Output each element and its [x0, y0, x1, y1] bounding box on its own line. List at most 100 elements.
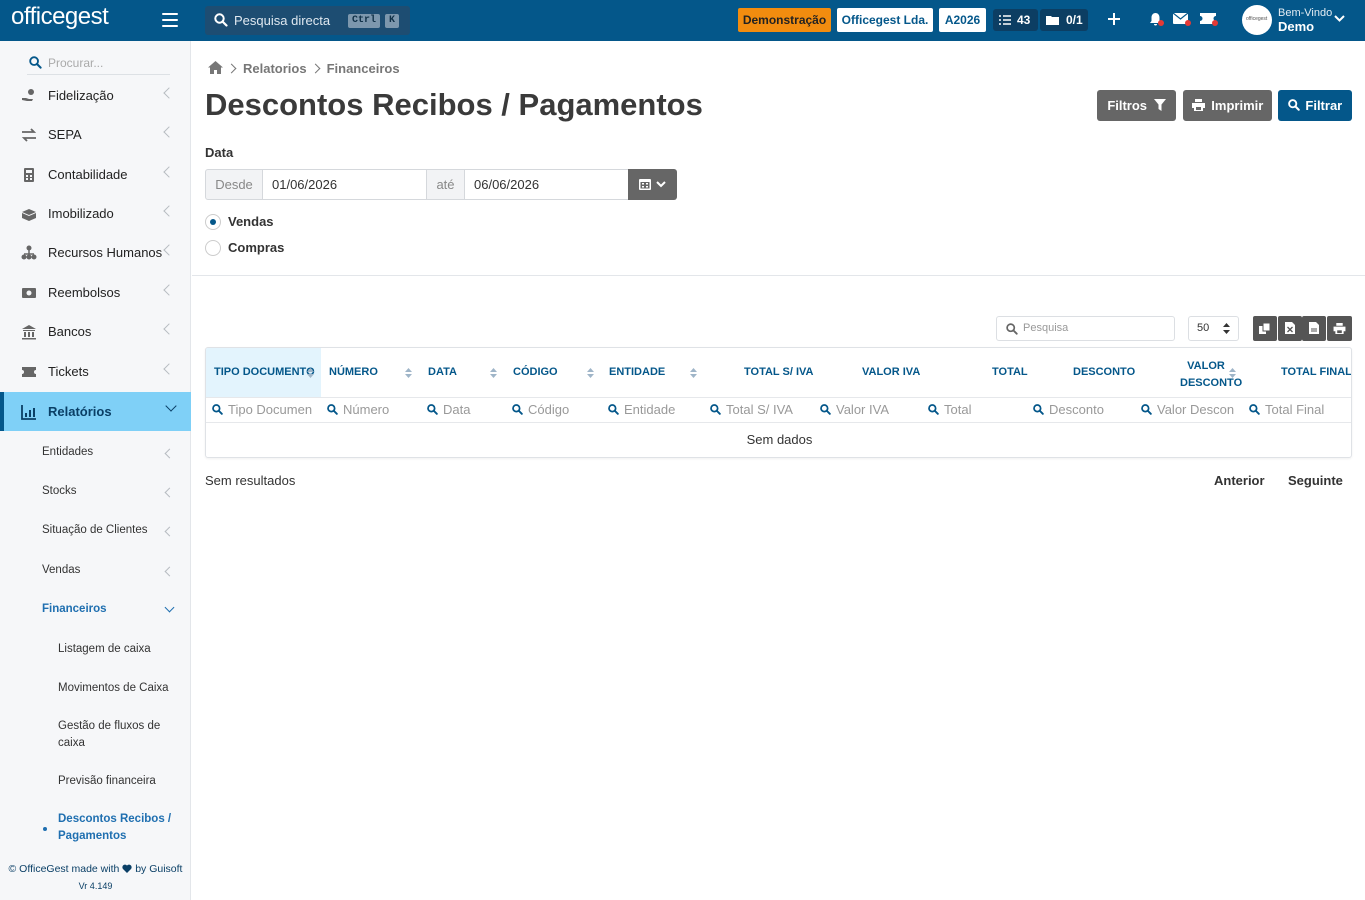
- sidebar-item-contabilidade[interactable]: Contabilidade: [0, 155, 191, 194]
- column-header-total-final[interactable]: TOTAL FINAL: [1240, 348, 1351, 397]
- filter-placeholder: Desconto: [1049, 402, 1104, 417]
- sidebar-item-sepa[interactable]: SEPA: [0, 115, 191, 154]
- demo-badge[interactable]: Demonstração: [738, 8, 831, 32]
- page-size-value: 50: [1197, 322, 1210, 334]
- envelope-notify-dot: [1185, 20, 1191, 26]
- chevron-left-icon: [164, 487, 175, 498]
- filter-total-s-iva[interactable]: Total S/ IVA: [704, 398, 814, 422]
- sidebar-link-descontos[interactable]: Descontos Recibos / Pagamentos: [58, 811, 183, 845]
- folders-counter[interactable]: 0/1: [1040, 9, 1088, 31]
- calendar-icon: [639, 179, 651, 190]
- filter-total[interactable]: Total: [922, 398, 1027, 422]
- sidebar-item-relatorios[interactable]: Relatórios: [0, 392, 191, 431]
- sidebar-item-label: Recursos Humanos: [48, 245, 163, 260]
- export-csv-button[interactable]: [1302, 316, 1326, 341]
- breadcrumb-relatorios[interactable]: Relatorios: [243, 61, 307, 76]
- filter-button-label: Filtrar: [1305, 98, 1343, 113]
- home-icon[interactable]: [208, 61, 223, 74]
- sidebar-item-label: SEPA: [48, 127, 82, 142]
- table-print-button[interactable]: [1327, 316, 1352, 341]
- global-search-button[interactable]: Pesquisa directa Ctrl K: [205, 6, 410, 35]
- column-header-entidade[interactable]: ENTIDADE: [602, 348, 704, 397]
- filter-placeholder: Entidade: [624, 402, 676, 417]
- task-list-icon: [999, 15, 1011, 25]
- ticket-icon: [22, 367, 36, 377]
- sidebar-item-tickets[interactable]: Tickets: [0, 352, 191, 391]
- column-header-tipo-documento[interactable]: TIPO DOCUMENTO: [206, 348, 321, 397]
- search-icon: [608, 404, 619, 415]
- filter-numero[interactable]: Número: [321, 398, 421, 422]
- filter-button[interactable]: Filtrar: [1278, 90, 1352, 121]
- sidebar-subitem-stocks[interactable]: Stocks: [0, 485, 191, 501]
- print-button[interactable]: Imprimir: [1183, 90, 1272, 121]
- filter-valor-desconto[interactable]: Valor Descon: [1135, 398, 1242, 422]
- plus-icon[interactable]: [1107, 12, 1121, 26]
- sidebar-subitem-situacao-clientes[interactable]: Situação de Clientes: [0, 524, 191, 540]
- table-search-input[interactable]: Pesquisa: [996, 316, 1175, 341]
- column-header-desconto[interactable]: DESCONTO: [1027, 348, 1135, 397]
- footer-suffix: by Guisoft: [135, 863, 183, 875]
- breadcrumb-financeiros[interactable]: Financeiros: [327, 61, 400, 76]
- sidebar-item-label: Tickets: [48, 364, 89, 379]
- date-from-input[interactable]: 01/06/2026: [262, 169, 427, 200]
- main-content: Relatorios Financeiros Descontos Recibos …: [192, 41, 1365, 900]
- page-size-select[interactable]: 50: [1188, 316, 1239, 341]
- filter-desconto[interactable]: Desconto: [1027, 398, 1133, 422]
- avatar[interactable]: officegest: [1242, 5, 1272, 35]
- sidebar-search-input[interactable]: Procurar...: [27, 51, 170, 75]
- filter-entidade[interactable]: Entidade: [602, 398, 704, 422]
- radio-vendas-label[interactable]: Vendas: [228, 214, 274, 229]
- hamburger-menu-icon[interactable]: [162, 13, 178, 27]
- year-badge[interactable]: A2026: [939, 8, 986, 32]
- copy-button[interactable]: [1253, 316, 1277, 341]
- filter-codigo[interactable]: Código: [506, 398, 602, 422]
- column-header-label: ENTIDADE: [609, 366, 666, 378]
- sidebar-item-reembolsos[interactable]: Reembolsos: [0, 273, 191, 312]
- column-header-valor-desconto[interactable]: VALOR DESCONTO: [1133, 348, 1242, 397]
- date-to-input[interactable]: 06/06/2026: [464, 169, 629, 200]
- hand-coin-icon: [22, 89, 34, 101]
- filter-tipo-documento[interactable]: Tipo Documen: [206, 398, 321, 422]
- company-badge[interactable]: Officegest Lda.: [837, 8, 933, 32]
- sidebar-link-gestao-fluxos[interactable]: Gestão de fluxos de caixa: [58, 718, 183, 752]
- user-name[interactable]: Demo: [1278, 19, 1314, 34]
- pagination-next[interactable]: Seguinte: [1288, 473, 1343, 488]
- chevron-down-icon: [164, 602, 175, 613]
- no-data-message: Sem dados: [746, 432, 813, 447]
- radio-compras[interactable]: [205, 240, 221, 256]
- search-icon: [1033, 404, 1044, 415]
- export-excel-button[interactable]: [1278, 316, 1302, 341]
- sidebar-link-listagem-caixa[interactable]: Listagem de caixa: [58, 641, 183, 658]
- filters-button[interactable]: Filtros: [1097, 90, 1176, 121]
- column-header-total[interactable]: TOTAL: [922, 348, 1028, 397]
- app-logo[interactable]: officegest: [11, 3, 109, 31]
- radio-vendas[interactable]: [205, 214, 221, 230]
- radio-compras-label[interactable]: Compras: [228, 240, 284, 255]
- column-header-valor-iva[interactable]: VALOR IVA: [814, 348, 922, 397]
- results-info: Sem resultados: [205, 473, 296, 488]
- filter-data[interactable]: Data: [421, 398, 506, 422]
- tasks-counter[interactable]: 43: [993, 9, 1038, 31]
- column-header-total-s-iva[interactable]: TOTAL S/ IVA: [704, 348, 814, 397]
- filter-placeholder: Número: [343, 402, 390, 417]
- sidebar-item-recursos-humanos[interactable]: Recursos Humanos: [0, 233, 191, 272]
- sidebar-subitem-financeiros[interactable]: Financeiros: [0, 602, 191, 619]
- sidebar-subitem-vendas[interactable]: Vendas: [0, 564, 191, 580]
- filter-total-final[interactable]: Total Final: [1243, 398, 1351, 422]
- sidebar-link-movimentos-caixa[interactable]: Movimentos de Caixa: [58, 680, 183, 697]
- sort-arrows-icon: [1223, 323, 1230, 334]
- sidebar-item-imobilizado[interactable]: Imobilizado: [0, 194, 191, 233]
- sidebar-item-fidelizacao[interactable]: Fidelização: [0, 76, 191, 115]
- filter-valor-iva[interactable]: Valor IVA: [814, 398, 922, 422]
- sidebar-link-previsao-financeira[interactable]: Previsão financeira: [58, 773, 183, 790]
- pagination-previous[interactable]: Anterior: [1214, 473, 1265, 488]
- sidebar-subitem-entidades[interactable]: Entidades: [0, 446, 191, 462]
- active-bullet: [43, 827, 47, 831]
- excel-file-icon: [1285, 322, 1295, 334]
- chevron-left-icon: [163, 87, 175, 99]
- calendar-dropdown-button[interactable]: [628, 169, 677, 200]
- sort-icon: [1229, 368, 1236, 378]
- sidebar-item-bancos[interactable]: Bancos: [0, 312, 191, 351]
- chevron-left-icon: [164, 526, 175, 537]
- chevron-down-icon[interactable]: [1334, 15, 1345, 23]
